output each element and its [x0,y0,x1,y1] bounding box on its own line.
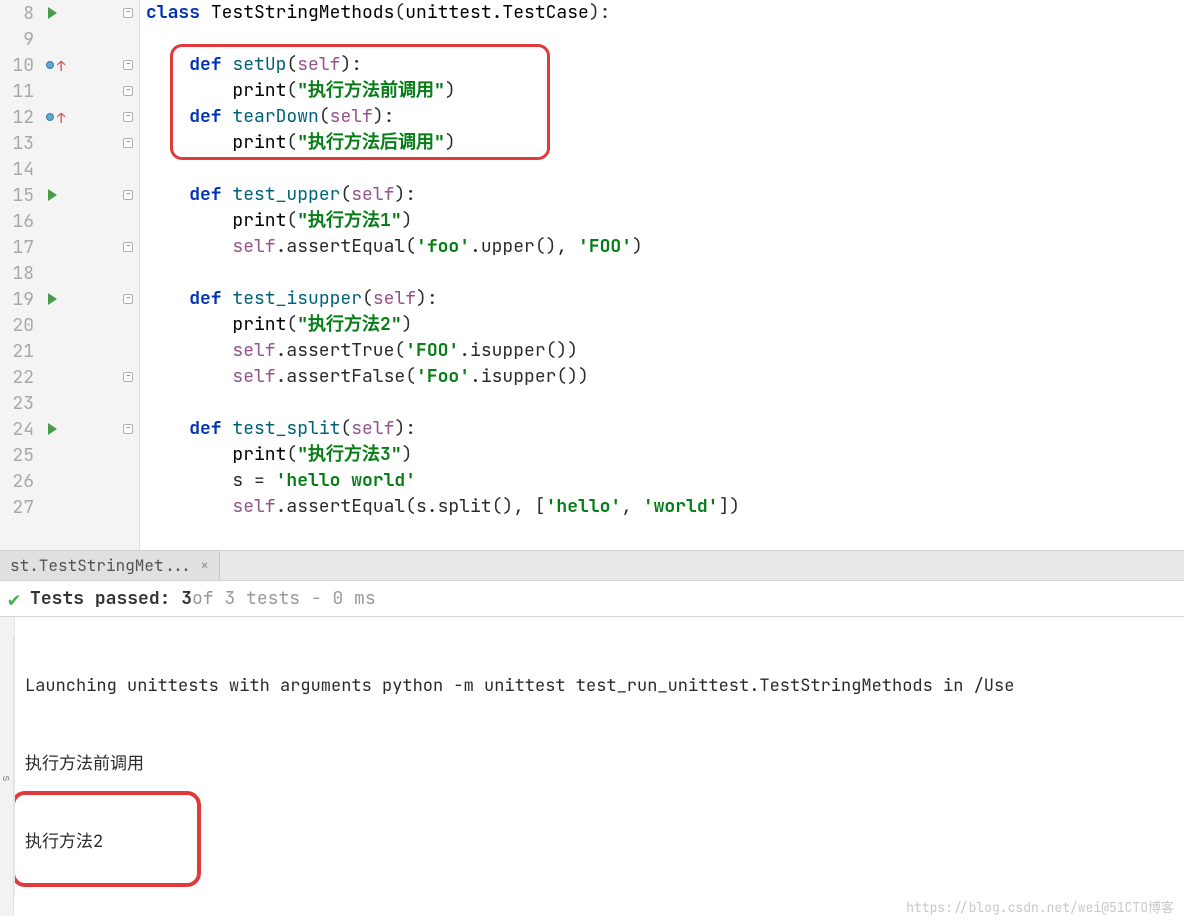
console-line: 执行方法2 [25,829,1184,855]
run-icon[interactable] [48,293,57,305]
check-icon: ✔ [8,586,20,612]
test-status-bar: ✔ Tests passed: 3 of 3 tests - 0 ms [0,581,1184,617]
fold-icon[interactable] [123,294,133,304]
line-number: 14 [0,158,40,181]
line-number: 15 [0,184,40,207]
fold-icon[interactable] [123,8,133,18]
line-number: 20 [0,314,40,337]
code-line[interactable]: self.assertTrue('FOO'.isupper()) [146,338,1184,364]
line-number: 21 [0,340,40,363]
code-line[interactable]: s = 'hello world' [146,468,1184,494]
code-line[interactable] [146,260,1184,286]
code-line[interactable]: def tearDown(self): [146,104,1184,130]
fold-icon[interactable] [123,86,133,96]
override-icon[interactable]: ↑ [46,61,54,69]
run-tool-window: st.TestStringMet... × ✔ Tests passed: 3 … [0,550,1184,897]
tests-total-label: of 3 tests - 0 ms [192,587,376,610]
run-icon[interactable] [48,189,57,201]
fold-icon[interactable] [123,242,133,252]
line-number: 23 [0,392,40,415]
line-number: 27 [0,496,40,519]
override-icon[interactable]: ↑ [46,113,54,121]
code-line[interactable] [146,390,1184,416]
run-tab[interactable]: st.TestStringMet... × [0,551,220,580]
line-number: 12 [0,106,40,129]
code-line[interactable]: def test_isupper(self): [146,286,1184,312]
editor-gutter: 8 9 10 ↑ 11 12 ↑ 13 14 15 16 17 18 19 20 2… [0,0,140,550]
close-icon[interactable]: × [200,557,208,575]
line-number: 17 [0,236,40,259]
code-editor[interactable]: 8 9 10 ↑ 11 12 ↑ 13 14 15 16 17 18 19 20 2… [0,0,1184,550]
line-number: 24 [0,418,40,441]
code-line[interactable]: self.assertEqual(s.split(), ['hello', 'w… [146,494,1184,520]
code-line[interactable]: print("执行方法后调用") [146,130,1184,156]
code-line[interactable]: self.assertFalse('Foo'.isupper()) [146,364,1184,390]
code-line[interactable] [146,156,1184,182]
console-line: 执行方法前调用 [25,751,1184,777]
code-line[interactable]: print("执行方法前调用") [146,78,1184,104]
console-line: Launching unittests with arguments pytho… [25,673,1184,699]
code-content[interactable]: class TestStringMethods(unittest.TestCas… [140,0,1184,550]
code-line[interactable] [146,26,1184,52]
code-line[interactable]: print("执行方法3") [146,442,1184,468]
line-number: 16 [0,210,40,233]
fold-icon[interactable] [123,424,133,434]
run-icon[interactable] [48,423,57,435]
code-line[interactable]: self.assertEqual('foo'.upper(), 'FOO') [146,234,1184,260]
code-line[interactable]: def setUp(self): [146,52,1184,78]
line-number: 26 [0,470,40,493]
line-number: 18 [0,262,40,285]
fold-icon[interactable] [123,112,133,122]
fold-icon[interactable] [123,60,133,70]
line-number: 19 [0,288,40,311]
fold-icon[interactable] [123,138,133,148]
line-number: 13 [0,132,40,155]
line-number: 10 [0,54,40,77]
code-line[interactable]: print("执行方法2") [146,312,1184,338]
line-number: 8 [0,2,40,25]
console-output[interactable]: Launching unittests with arguments pytho… [14,617,1184,897]
tab-label: st.TestStringMet... [10,555,192,576]
tab-bar: st.TestStringMet... × [0,551,1184,581]
code-line[interactable]: print("执行方法1") [146,208,1184,234]
code-line[interactable]: def test_upper(self): [146,182,1184,208]
line-number: 9 [0,28,40,51]
fold-icon[interactable] [123,190,133,200]
run-icon[interactable] [48,7,57,19]
tests-passed-label: Tests passed: 3 [30,587,192,610]
line-number: 22 [0,366,40,389]
code-line[interactable]: def test_split(self): [146,416,1184,442]
watermark: https://blog.csdn.net/wei@51CTO博客 [906,897,1174,916]
fold-icon[interactable] [123,372,133,382]
line-number: 11 [0,80,40,103]
code-line[interactable]: class TestStringMethods(unittest.TestCas… [146,0,1184,26]
side-strip: s [0,636,14,916]
line-number: 25 [0,444,40,467]
